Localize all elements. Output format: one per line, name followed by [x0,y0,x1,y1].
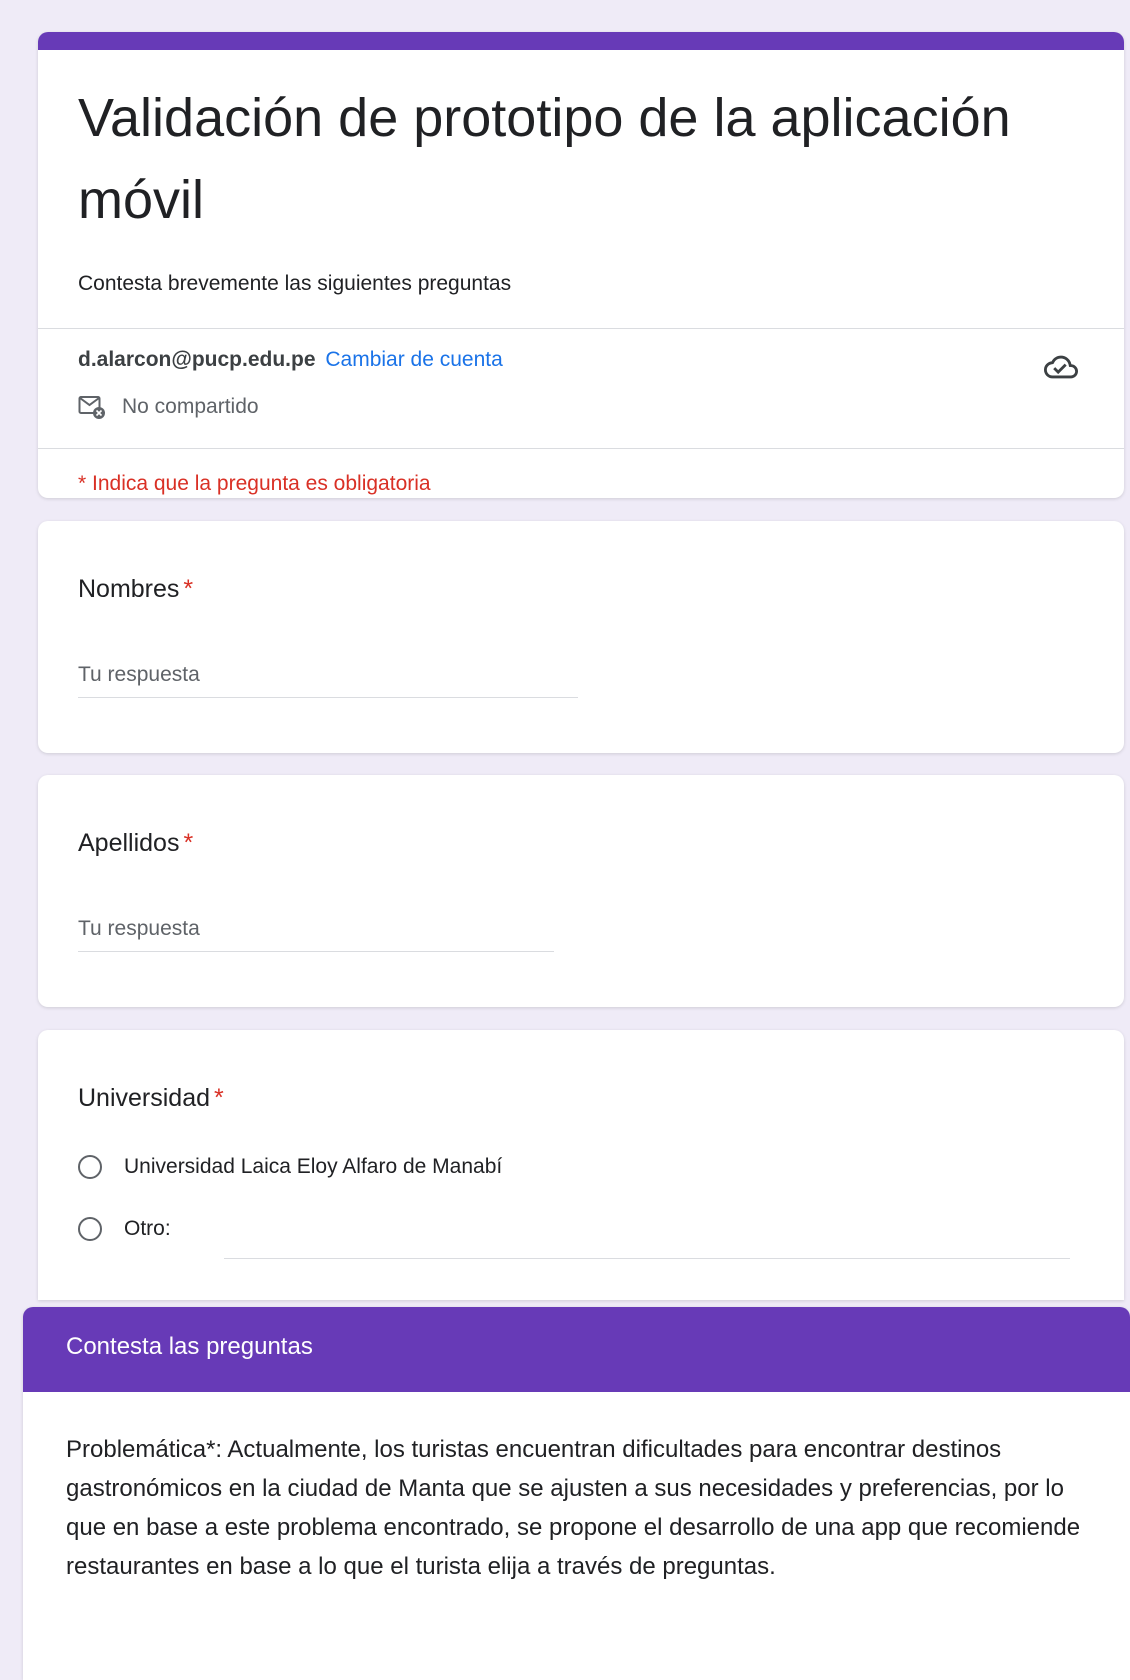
required-star: * [214,1084,224,1112]
question-card-universidad: Universidad * Universidad Laica Eloy Alfa… [38,1030,1124,1300]
question-label: Universidad [78,1084,211,1112]
question-card-apellidos: Apellidos * Tu respuesta [38,775,1124,1007]
question-title-nombres: Nombres * [78,575,193,604]
required-star: * [183,829,194,857]
radio-button[interactable] [78,1155,102,1179]
form-description: Contesta brevemente las siguientes pregu… [78,272,512,295]
required-note: * Indica que la pregunta es obligatoria [78,472,431,495]
nombres-placeholder: Tu respuesta [78,663,200,686]
account-divider [38,448,1124,449]
nombres-input[interactable]: Tu respuesta [78,663,578,698]
radio-option-label: Universidad Laica Eloy Alfaro de Manabí [124,1155,503,1178]
form-header-card: Validación de prototipo de la aplicación… [38,32,1124,498]
section-description: Problemática*: Actualmente, los turistas… [66,1436,1081,1580]
apellidos-input[interactable]: Tu respuesta [78,917,554,952]
question-card-nombres: Nombres * Tu respuesta [38,521,1124,753]
switch-account-link[interactable]: Cambiar de cuenta [325,348,502,371]
section-header: Contesta las preguntas [23,1307,1130,1392]
radio-button[interactable] [78,1217,102,1241]
question-title-apellidos: Apellidos * [78,829,193,858]
question-label: Nombres [78,575,180,603]
account-email: d.alarcon@pucp.edu.pe [78,348,316,371]
cloud-saved-icon [1044,355,1078,379]
not-shared-row: No compartido [78,394,259,420]
not-shared-label: No compartido [122,395,259,418]
section-card: Contesta las preguntas Problemática*: Ac… [23,1307,1130,1680]
header-divider [38,328,1124,329]
radio-option-label: Otro: [124,1217,171,1240]
form-title: Validación de prototipo de la aplicación… [78,88,1011,230]
question-title-universidad: Universidad * [78,1084,224,1113]
radio-option-otro[interactable]: Otro: [78,1217,171,1241]
required-star: * [183,575,194,603]
account-row: d.alarcon@pucp.edu.pe Cambiar de cuenta [78,348,503,372]
mail-not-shared-icon [78,396,105,419]
header-accent-band [38,32,1124,50]
otro-text-input[interactable] [224,1258,1070,1259]
radio-option-laica[interactable]: Universidad Laica Eloy Alfaro de Manabí [78,1155,502,1179]
question-label: Apellidos [78,829,180,857]
apellidos-placeholder: Tu respuesta [78,917,200,940]
